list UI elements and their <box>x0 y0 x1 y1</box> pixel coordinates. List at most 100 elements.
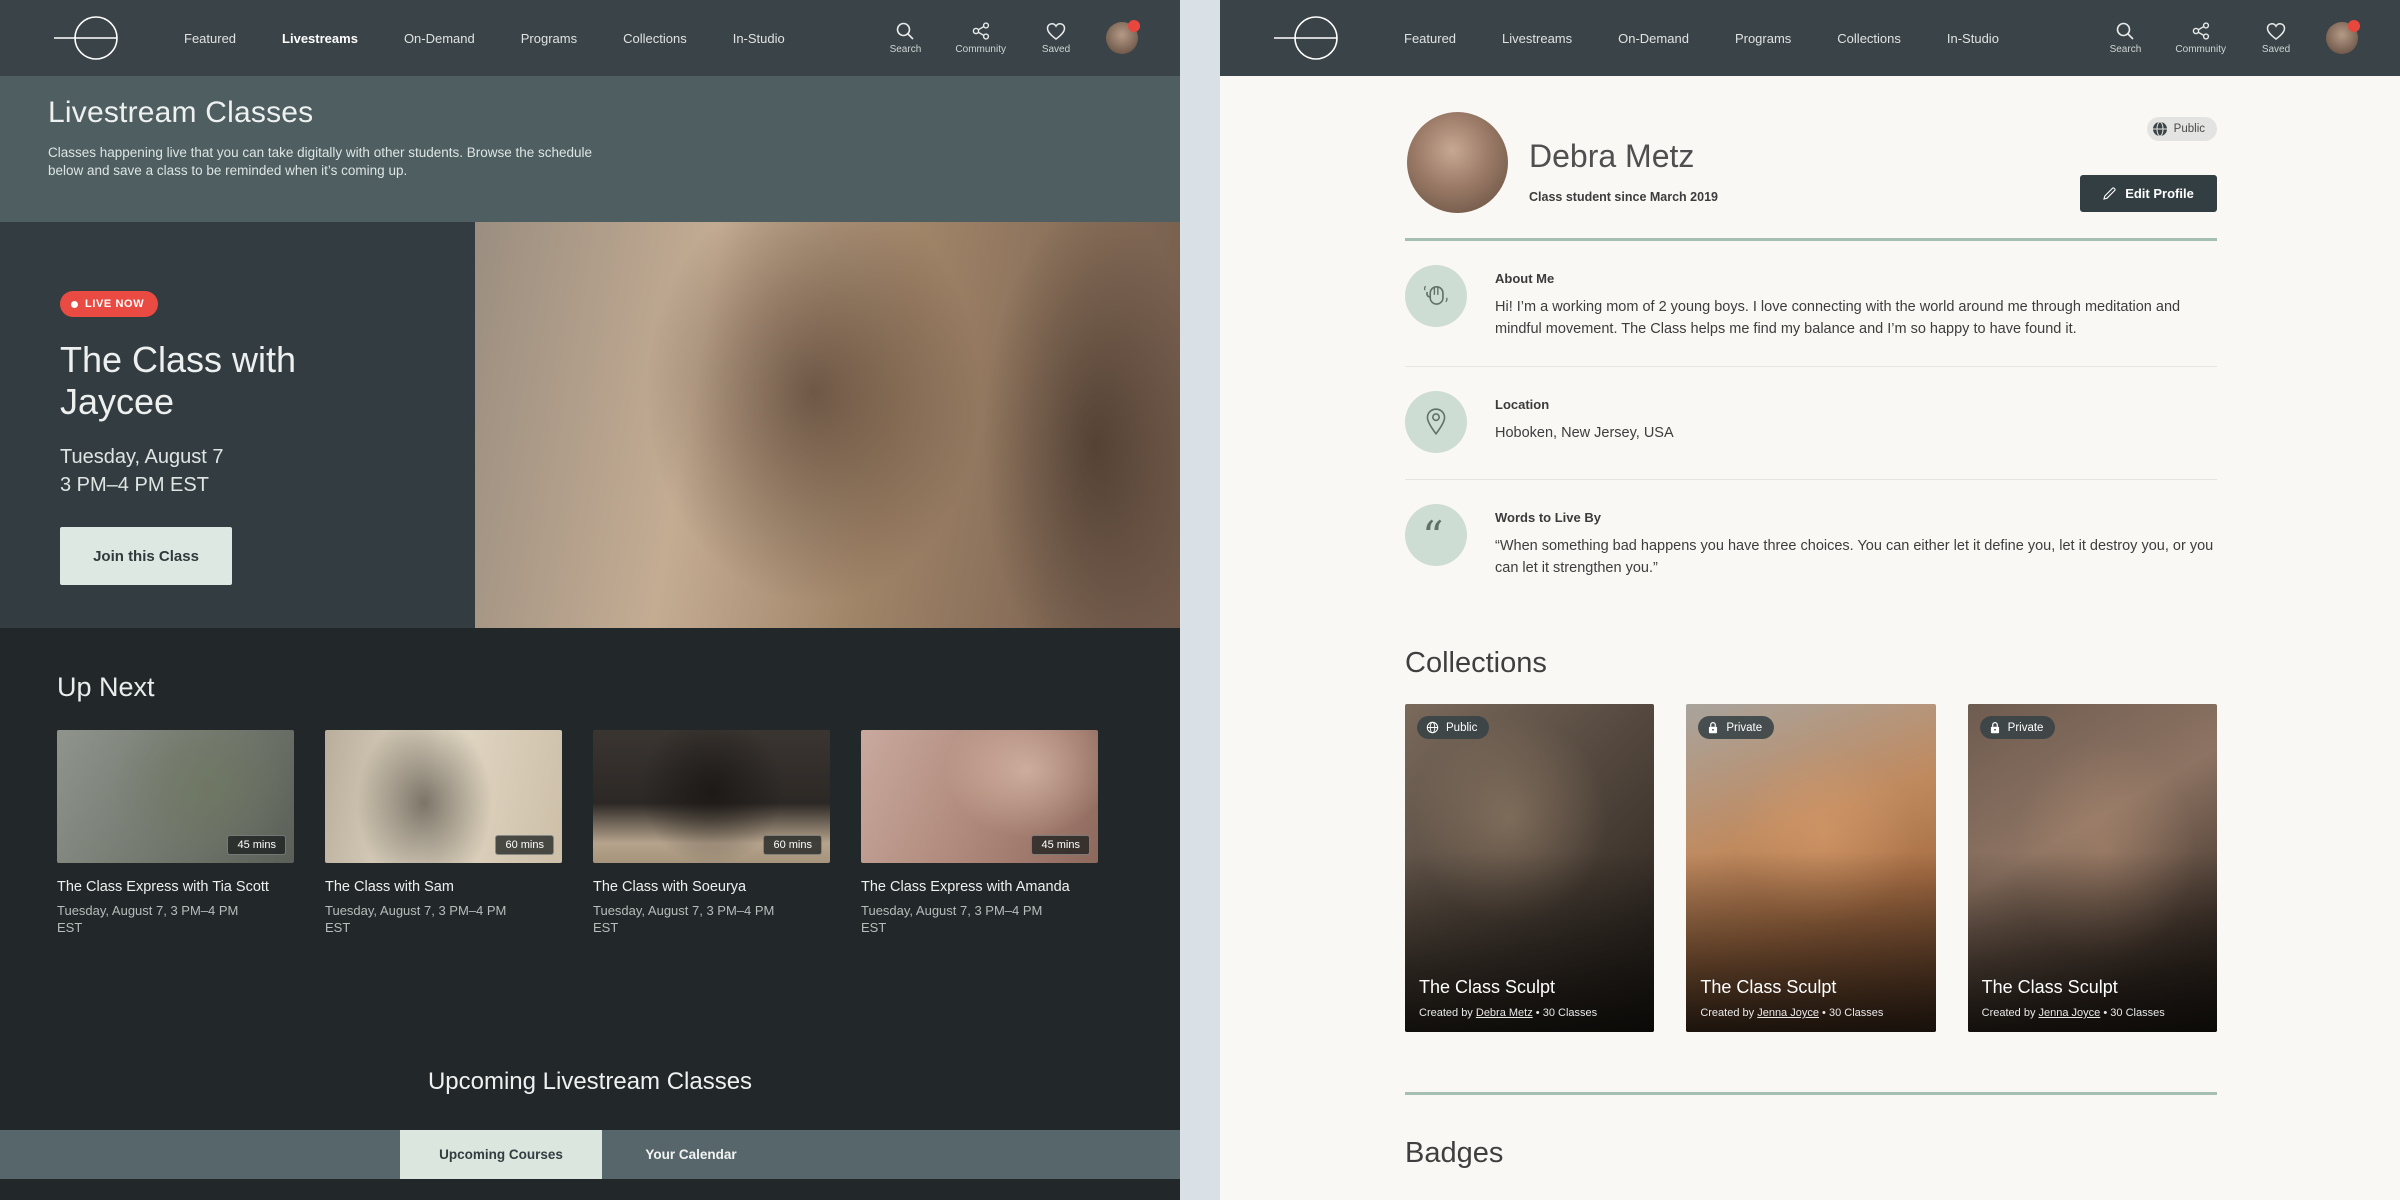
up-next-section: Up Next 45 mins The Class Express with T… <box>0 628 1180 1200</box>
nav-menu: Featured Livestreams On-Demand Programs … <box>184 31 785 46</box>
hero-class-title: The Class with Jaycee <box>60 339 297 422</box>
nav-item-featured[interactable]: Featured <box>1404 31 1456 46</box>
hero-date: Tuesday, August 7 <box>60 446 224 468</box>
notification-dot <box>2348 20 2360 32</box>
creator-link[interactable]: Jenna Joyce <box>2039 1007 2101 1019</box>
about-me-section: About Me Hi! I’m a working mom of 2 youn… <box>1405 241 2217 366</box>
class-thumbnail: 60 mins <box>325 730 562 863</box>
badges-heading: Badges <box>1405 1137 1504 1169</box>
brand-logo[interactable] <box>46 12 138 64</box>
member-since: Class student since March 2019 <box>1529 190 1718 204</box>
livestreams-page-panel: Featured Livestreams On-Demand Programs … <box>0 0 1180 1200</box>
nav-item-livestreams[interactable]: Livestreams <box>282 31 358 46</box>
tab-your-calendar[interactable]: Your Calendar <box>602 1130 780 1179</box>
meta-separator: • <box>2103 1007 2108 1019</box>
created-by-label: Created by <box>1419 1007 1473 1019</box>
nav-item-on-demand[interactable]: On-Demand <box>404 31 475 46</box>
search-button[interactable]: Search <box>883 21 927 55</box>
class-card[interactable]: 60 mins The Class with Sam Tuesday, Augu… <box>325 730 562 936</box>
the-class-logo-icon <box>1274 16 1338 60</box>
quote-icon: “ <box>1405 504 1467 566</box>
visibility-label: Public <box>1446 721 1478 734</box>
edit-profile-label: Edit Profile <box>2125 186 2194 201</box>
words-label: Words to Live By <box>1495 510 1601 525</box>
community-icon <box>972 22 989 40</box>
class-card-title: The Class with Soeurya <box>593 879 747 895</box>
nav-item-programs[interactable]: Programs <box>521 31 577 46</box>
search-icon <box>897 22 914 40</box>
location-section: Location Hoboken, New Jersey, USA <box>1405 367 2217 479</box>
join-class-button[interactable]: Join this Class <box>60 527 232 585</box>
collection-visibility-badge: Private <box>1979 716 2056 739</box>
community-button[interactable]: Community <box>2175 21 2226 55</box>
duration-badge: 60 mins <box>763 835 822 855</box>
nav-item-in-studio[interactable]: In-Studio <box>733 31 785 46</box>
collection-card[interactable]: Private The Class Sculpt Created by Jenn… <box>1686 704 1936 1032</box>
community-button[interactable]: Community <box>955 21 1006 55</box>
nav-item-in-studio[interactable]: In-Studio <box>1947 31 1999 46</box>
hero-photo <box>475 222 1180 628</box>
profile-page-panel: Featured Livestreams On-Demand Programs … <box>1220 0 2400 1200</box>
user-avatar[interactable] <box>1106 20 1140 54</box>
class-thumbnail: 60 mins <box>593 730 830 863</box>
saved-button[interactable]: Saved <box>2254 22 2298 55</box>
nav-item-livestreams[interactable]: Livestreams <box>1502 31 1572 46</box>
collection-card[interactable]: Public The Class Sculpt Created by Debra… <box>1405 704 1655 1032</box>
nav-item-collections[interactable]: Collections <box>1837 31 1901 46</box>
saved-label: Saved <box>2261 43 2291 55</box>
creator-link[interactable]: Jenna Joyce <box>1757 1007 1819 1019</box>
globe-icon <box>2152 121 2167 137</box>
search-label: Search <box>889 44 922 55</box>
words-to-live-by-section: “ Words to Live By “When something bad h… <box>1405 480 2217 605</box>
live-now-badge: LIVE NOW <box>60 291 159 317</box>
duration-badge: 45 mins <box>1031 835 1090 855</box>
visibility-label: Public <box>2173 123 2205 135</box>
top-nav-left: Featured Livestreams On-Demand Programs … <box>0 0 1180 76</box>
heart-icon <box>1046 22 1066 40</box>
globe-icon <box>1426 721 1439 734</box>
classes-count: 30 Classes <box>1828 1007 1884 1019</box>
collection-title: The Class Sculpt <box>1700 977 1837 997</box>
nav-item-on-demand[interactable]: On-Demand <box>1618 31 1689 46</box>
brand-logo[interactable] <box>1266 12 1358 64</box>
class-card-title: The Class with Sam <box>325 879 454 895</box>
user-avatar[interactable] <box>2326 20 2360 54</box>
pencil-icon <box>2103 187 2116 200</box>
duration-badge: 45 mins <box>227 835 286 855</box>
nav-item-programs[interactable]: Programs <box>1735 31 1791 46</box>
hero-time: 3 PM–4 PM EST <box>60 474 209 496</box>
created-by-label: Created by <box>1700 1007 1755 1019</box>
community-label: Community <box>955 44 1006 55</box>
visibility-label: Private <box>2007 721 2044 734</box>
class-card[interactable]: 45 mins The Class Express with Amanda Tu… <box>861 730 1098 936</box>
class-card-schedule: Tuesday, August 7, 3 PM–4 PM EST <box>861 903 1043 935</box>
profile-avatar[interactable] <box>1407 112 1508 213</box>
edit-profile-button[interactable]: Edit Profile <box>2080 175 2217 212</box>
meta-separator: • <box>1822 1007 1826 1019</box>
class-card-schedule: Tuesday, August 7, 3 PM–4 PM EST <box>593 903 775 935</box>
nav-item-collections[interactable]: Collections <box>623 31 687 46</box>
search-button[interactable]: Search <box>2103 21 2147 55</box>
collections-heading: Collections <box>1405 647 1547 679</box>
the-class-logo-icon <box>54 16 118 60</box>
live-class-hero: LIVE NOW The Class with Jaycee Tuesday, … <box>0 222 1180 664</box>
upcoming-livestream-heading: Upcoming Livestream Classes <box>427 1068 753 1095</box>
nav-actions: Search Community Saved <box>2103 20 2360 55</box>
collection-meta: Created by Debra Metz • 30 Classes <box>1419 1007 1597 1019</box>
tab-upcoming-courses[interactable]: Upcoming Courses <box>400 1130 602 1179</box>
map-pin-icon <box>1405 391 1467 453</box>
saved-button[interactable]: Saved <box>1034 22 1078 55</box>
search-label: Search <box>2109 44 2142 55</box>
duration-badge: 60 mins <box>495 835 554 855</box>
upcoming-tab-bar: Upcoming Courses Your Calendar <box>0 1130 1180 1179</box>
class-card[interactable]: 45 mins The Class Express with Tia Scott… <box>57 730 294 936</box>
nav-item-featured[interactable]: Featured <box>184 31 236 46</box>
created-by-label: Created by <box>1981 1007 2036 1019</box>
collection-card[interactable]: Private The Class Sculpt Created by Jenn… <box>1967 704 2217 1032</box>
class-card[interactable]: 60 mins The Class with Soeurya Tuesday, … <box>593 730 830 936</box>
page-subtitle: Classes happening live that you can take… <box>48 145 593 178</box>
visibility-label: Private <box>1726 721 1763 734</box>
lock-icon <box>1990 722 1999 734</box>
creator-link[interactable]: Debra Metz <box>1476 1007 1533 1019</box>
hero-content: LIVE NOW The Class with Jaycee Tuesday, … <box>60 222 360 585</box>
